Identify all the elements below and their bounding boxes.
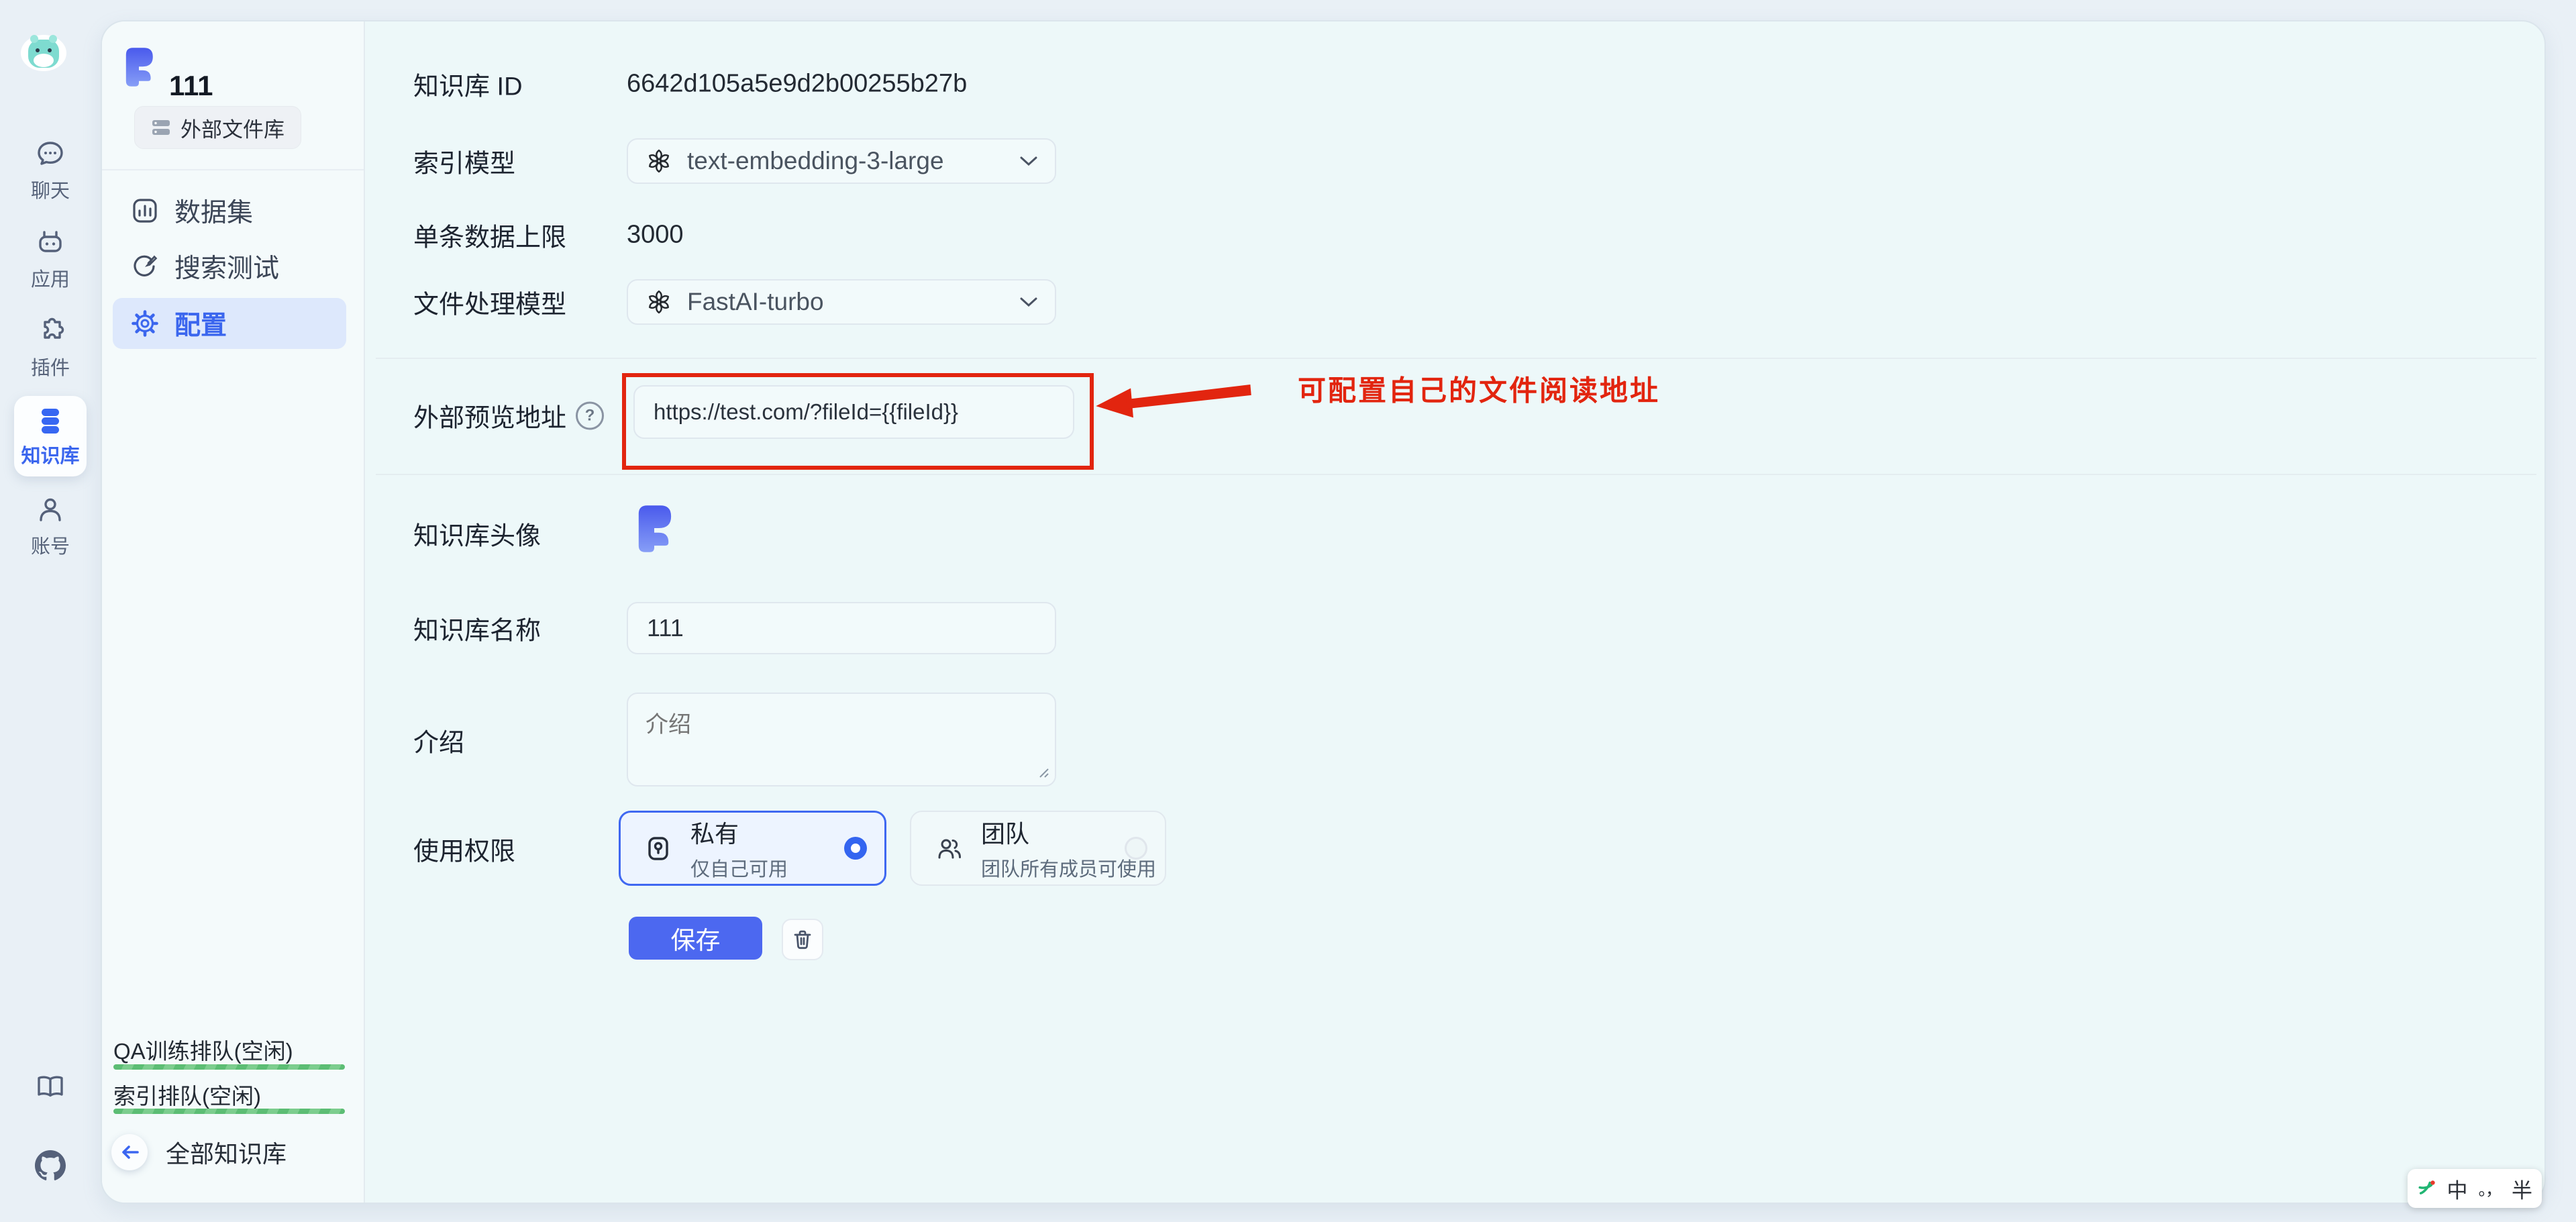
chevron-down-icon [1020,297,1037,307]
search-test-icon [130,252,160,281]
sidebar-item-apps[interactable]: 应用 [0,226,101,292]
team-icon [934,833,964,863]
index-model-label: 索引模型 [413,143,515,180]
permission-private-text: 私有 仅自己可用 [690,815,788,882]
sidebar-item-label: 插件 [31,352,70,380]
sidebar-item-search-test[interactable]: 搜索测试 [113,241,346,292]
file-model-select[interactable]: FastAI-turbo [627,279,1056,325]
index-model-select[interactable]: text-embedding-3-large [627,138,1056,184]
github-icon [35,1150,66,1181]
ime-width[interactable]: 半 [2512,1174,2532,1204]
robot-icon [34,226,66,258]
file-model-value: FastAI-turbo [687,288,824,316]
kb-sidebar: 111 外部文件库 数据集 [102,21,365,1203]
app-rail: 聊天 应用 插件 知识库 [0,0,101,1222]
help-icon[interactable]: ? [576,401,604,429]
index-queue-progressbar [113,1109,345,1114]
server-icon [151,117,171,138]
chevron-down-icon [1020,156,1037,166]
radio-private-selected[interactable] [844,837,867,860]
kb-avatar-image[interactable] [635,502,674,556]
permission-private-title: 私有 [690,815,788,850]
ime-logo-icon [2417,1176,2436,1201]
sidebar-item-label: 账号 [31,531,70,559]
kb-name-label: 知识库名称 [413,610,541,647]
sidebar-item-config[interactable]: 配置 [113,298,346,349]
qa-queue-progressbar [113,1064,345,1070]
index-queue-status: 索引排队(空闲) [113,1078,261,1111]
preview-url-label: 外部预览地址 ? [413,397,604,434]
dataset-chart-icon [130,196,160,225]
preview-url-input[interactable] [633,385,1074,439]
annotation-text: 可配置自己的文件阅读地址 [1298,368,1660,409]
kb-name-input[interactable] [627,602,1056,654]
mascot-avatar-icon [19,29,68,77]
sidebar-item-chat[interactable]: 聊天 [0,138,101,203]
chat-bubble-icon [34,138,66,170]
puzzle-icon [34,315,66,347]
user-avatar[interactable] [19,29,68,77]
badge-label: 外部文件库 [181,113,285,143]
kb-config-form: 知识库 ID 6642d105a5e9d2b00255b27b 索引模型 tex… [365,21,2543,1203]
trash-icon [792,929,813,950]
menu-item-label: 搜索测试 [174,248,279,285]
kb-id-value: 6642d105a5e9d2b00255b27b [627,70,967,99]
annotation-arrow-icon [1092,372,1256,429]
permission-private-desc: 仅自己可用 [690,854,788,882]
sidebar-item-dataset[interactable]: 数据集 [113,185,346,236]
section-divider [376,474,2536,475]
chunk-limit-value: 3000 [627,221,684,250]
ime-statusbar[interactable]: 中 。， 半 [2408,1169,2542,1208]
ime-punctuation[interactable]: 。， [2478,1176,2501,1201]
sidebar-divider [102,169,364,170]
preview-url-label-text: 外部预览地址 [413,397,566,434]
permission-team-card[interactable]: 团队 团队所有成员可使用 [910,811,1166,886]
index-model-value: text-embedding-3-large [687,147,944,175]
menu-item-label: 数据集 [174,192,253,230]
intro-label: 介绍 [413,722,464,759]
sidebar-item-label: 知识库 [21,440,79,468]
database-icon [34,404,66,436]
kb-logo-icon [122,46,156,89]
person-icon [34,493,66,525]
save-button[interactable]: 保存 [629,917,762,960]
section-divider [376,358,2536,359]
ime-mode[interactable]: 中 [2446,1174,2467,1204]
docs-button[interactable] [0,1071,101,1103]
permission-label: 使用权限 [413,831,515,868]
back-to-all-kb-button[interactable] [111,1134,148,1170]
sidebar-item-knowledge-base[interactable]: 知识库 [14,396,87,476]
resize-handle[interactable] [1035,764,1051,780]
arrow-left-icon [119,1141,140,1163]
sidebar-item-account[interactable]: 账号 [0,493,101,559]
openai-icon [646,148,672,174]
intro-textarea[interactable] [627,693,1056,786]
qa-queue-status: QA训练排队(空闲) [113,1033,293,1066]
kb-id-label: 知识库 ID [413,66,523,103]
kb-title: 111 [169,70,213,102]
file-model-label: 文件处理模型 [413,284,566,321]
sidebar-item-label: 应用 [31,264,70,292]
permission-private-card[interactable]: 私有 仅自己可用 [619,811,886,886]
sidebar-item-plugins[interactable]: 插件 [0,315,101,380]
lock-icon [643,833,673,863]
openai-icon [646,289,672,315]
menu-item-label: 配置 [174,305,227,342]
sidebar-item-label: 聊天 [31,175,70,203]
desktop: 聊天 应用 插件 知识库 [0,0,2576,1222]
app-window: 111 外部文件库 数据集 [101,20,2546,1204]
gear-icon [130,309,160,338]
github-button[interactable] [0,1150,101,1181]
chunk-limit-label: 单条数据上限 [413,217,566,254]
back-to-all-kb-label[interactable]: 全部知识库 [166,1135,287,1170]
radio-team-unselected[interactable] [1125,837,1147,860]
external-file-lib-badge[interactable]: 外部文件库 [134,106,301,149]
kb-avatar-label: 知识库头像 [413,515,541,552]
delete-kb-button[interactable] [782,919,823,960]
book-icon [34,1071,66,1103]
